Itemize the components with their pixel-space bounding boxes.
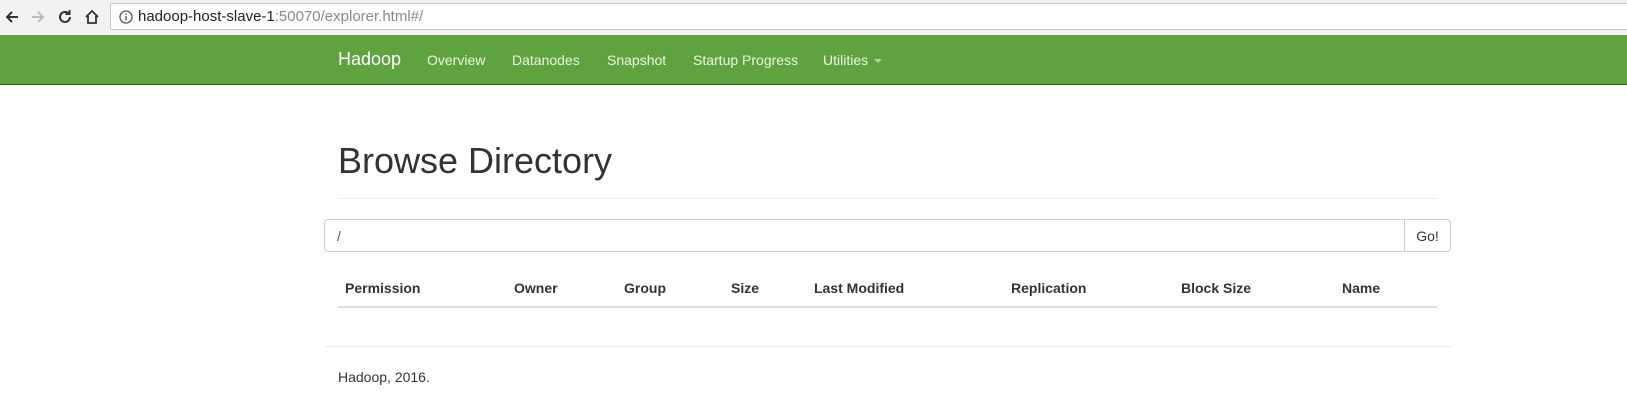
- column-owner[interactable]: Owner: [514, 280, 558, 296]
- column-permission[interactable]: Permission: [345, 280, 420, 296]
- url-path: :50070/explorer.html#/: [274, 8, 424, 25]
- directory-path-input[interactable]: [324, 219, 1405, 252]
- url-host: hadoop-host-slave-1: [138, 8, 275, 25]
- column-replication[interactable]: Replication: [1011, 280, 1086, 296]
- table-header: Permission Owner Group Size Last Modifie…: [338, 270, 1437, 308]
- url-text: hadoop-host-slave-1:50070/explorer.html#…: [138, 4, 423, 29]
- column-last-modified[interactable]: Last Modified: [814, 280, 904, 296]
- nav-utilities[interactable]: Utilities: [823, 52, 883, 68]
- footer-divider: [324, 346, 1451, 347]
- path-form: Go!: [324, 219, 1451, 252]
- nav-datanodes[interactable]: Datanodes: [512, 52, 580, 68]
- footer-text: Hadoop, 2016.: [338, 369, 430, 385]
- go-button[interactable]: Go!: [1404, 219, 1451, 252]
- nav-startup-progress[interactable]: Startup Progress: [693, 52, 798, 68]
- column-block-size[interactable]: Block Size: [1181, 280, 1251, 296]
- column-group[interactable]: Group: [624, 280, 666, 296]
- page-title: Browse Directory: [338, 140, 613, 181]
- column-size[interactable]: Size: [731, 280, 759, 296]
- address-bar[interactable]: hadoop-host-slave-1:50070/explorer.html#…: [110, 3, 1627, 30]
- chevron-down-icon: [874, 59, 883, 64]
- title-divider: [338, 198, 1437, 199]
- column-name[interactable]: Name: [1342, 280, 1380, 296]
- info-icon[interactable]: [119, 10, 133, 24]
- brand-link[interactable]: Hadoop: [338, 49, 401, 70]
- nav-overview[interactable]: Overview: [427, 52, 485, 68]
- reload-icon[interactable]: [54, 6, 76, 28]
- forward-icon[interactable]: [27, 6, 49, 28]
- home-icon[interactable]: [81, 6, 103, 28]
- back-icon[interactable]: [1, 6, 23, 28]
- nav-snapshot[interactable]: Snapshot: [607, 52, 666, 68]
- hadoop-navbar: Hadoop Overview Datanodes Snapshot Start…: [0, 35, 1627, 85]
- nav-utilities-label: Utilities: [823, 52, 869, 68]
- browser-toolbar: hadoop-host-slave-1:50070/explorer.html#…: [0, 0, 1627, 36]
